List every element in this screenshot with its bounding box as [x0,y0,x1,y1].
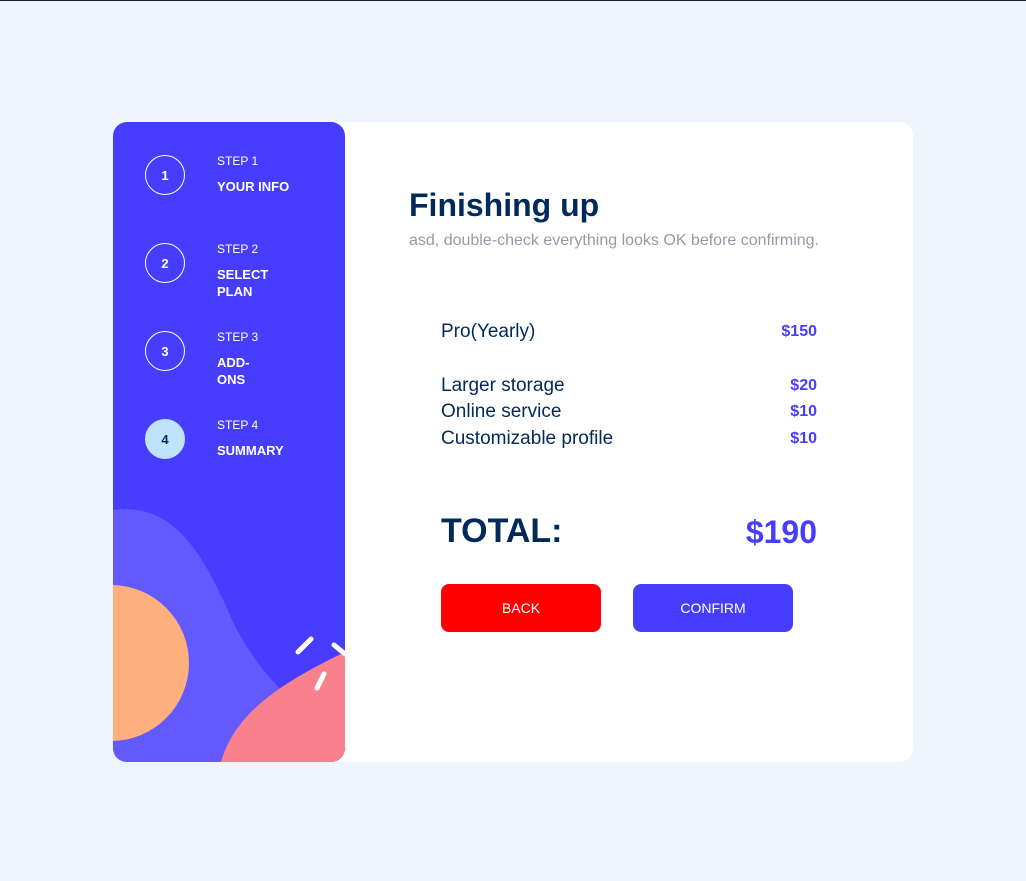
step-label: STEP 2 [217,242,259,256]
plan-name: Pro(Yearly) [441,321,536,342]
step-name: SUMMARY [217,443,284,458]
step-item-3[interactable]: 3 STEP 3 ADD-ONS [145,330,335,391]
step-name: SELECT PLAN [217,267,269,299]
step-label: STEP 1 [217,154,259,168]
confirm-button[interactable]: CONFIRM [633,584,793,632]
step-number: 1 [145,155,185,195]
form-card: 1 STEP 1 YOUR INFO 2 STEP 2 SELECT PLAN … [113,122,913,762]
page-subtitle: asd, double-check everything looks OK be… [409,232,819,249]
step-number: 2 [145,243,185,283]
page-title: Finishing up [409,187,600,223]
addon-name: Online service [441,401,562,422]
step-item-1[interactable]: 1 STEP 1 YOUR INFO [145,154,335,215]
step-label: STEP 3 [217,330,259,344]
step-name: ADD-ONS [217,355,250,387]
addon-price: $10 [790,430,817,447]
plan-row: Pro(Yearly) $150 [441,321,817,345]
addon-row: Customizable profile $10 [441,428,817,452]
total-label: TOTAL: [441,512,563,550]
addon-row: Larger storage $20 [441,375,817,399]
step-number: 4 [145,419,185,459]
total-value: $190 [745,514,817,550]
addon-row: Online service $10 [441,401,817,425]
step-number: 3 [145,331,185,371]
plan-price: $150 [781,323,817,340]
addon-name: Larger storage [441,375,565,396]
step-item-4[interactable]: 4 STEP 4 SUMMARY [145,418,335,479]
addon-name: Customizable profile [441,428,614,449]
step-label: STEP 4 [217,418,259,432]
back-button[interactable]: BACK [441,584,601,632]
steps-sidebar: 1 STEP 1 YOUR INFO 2 STEP 2 SELECT PLAN … [113,122,345,762]
addon-price: $20 [790,377,817,394]
step-name: YOUR INFO [217,179,290,194]
addon-price: $10 [790,403,817,420]
step-item-2[interactable]: 2 STEP 2 SELECT PLAN [145,242,335,303]
